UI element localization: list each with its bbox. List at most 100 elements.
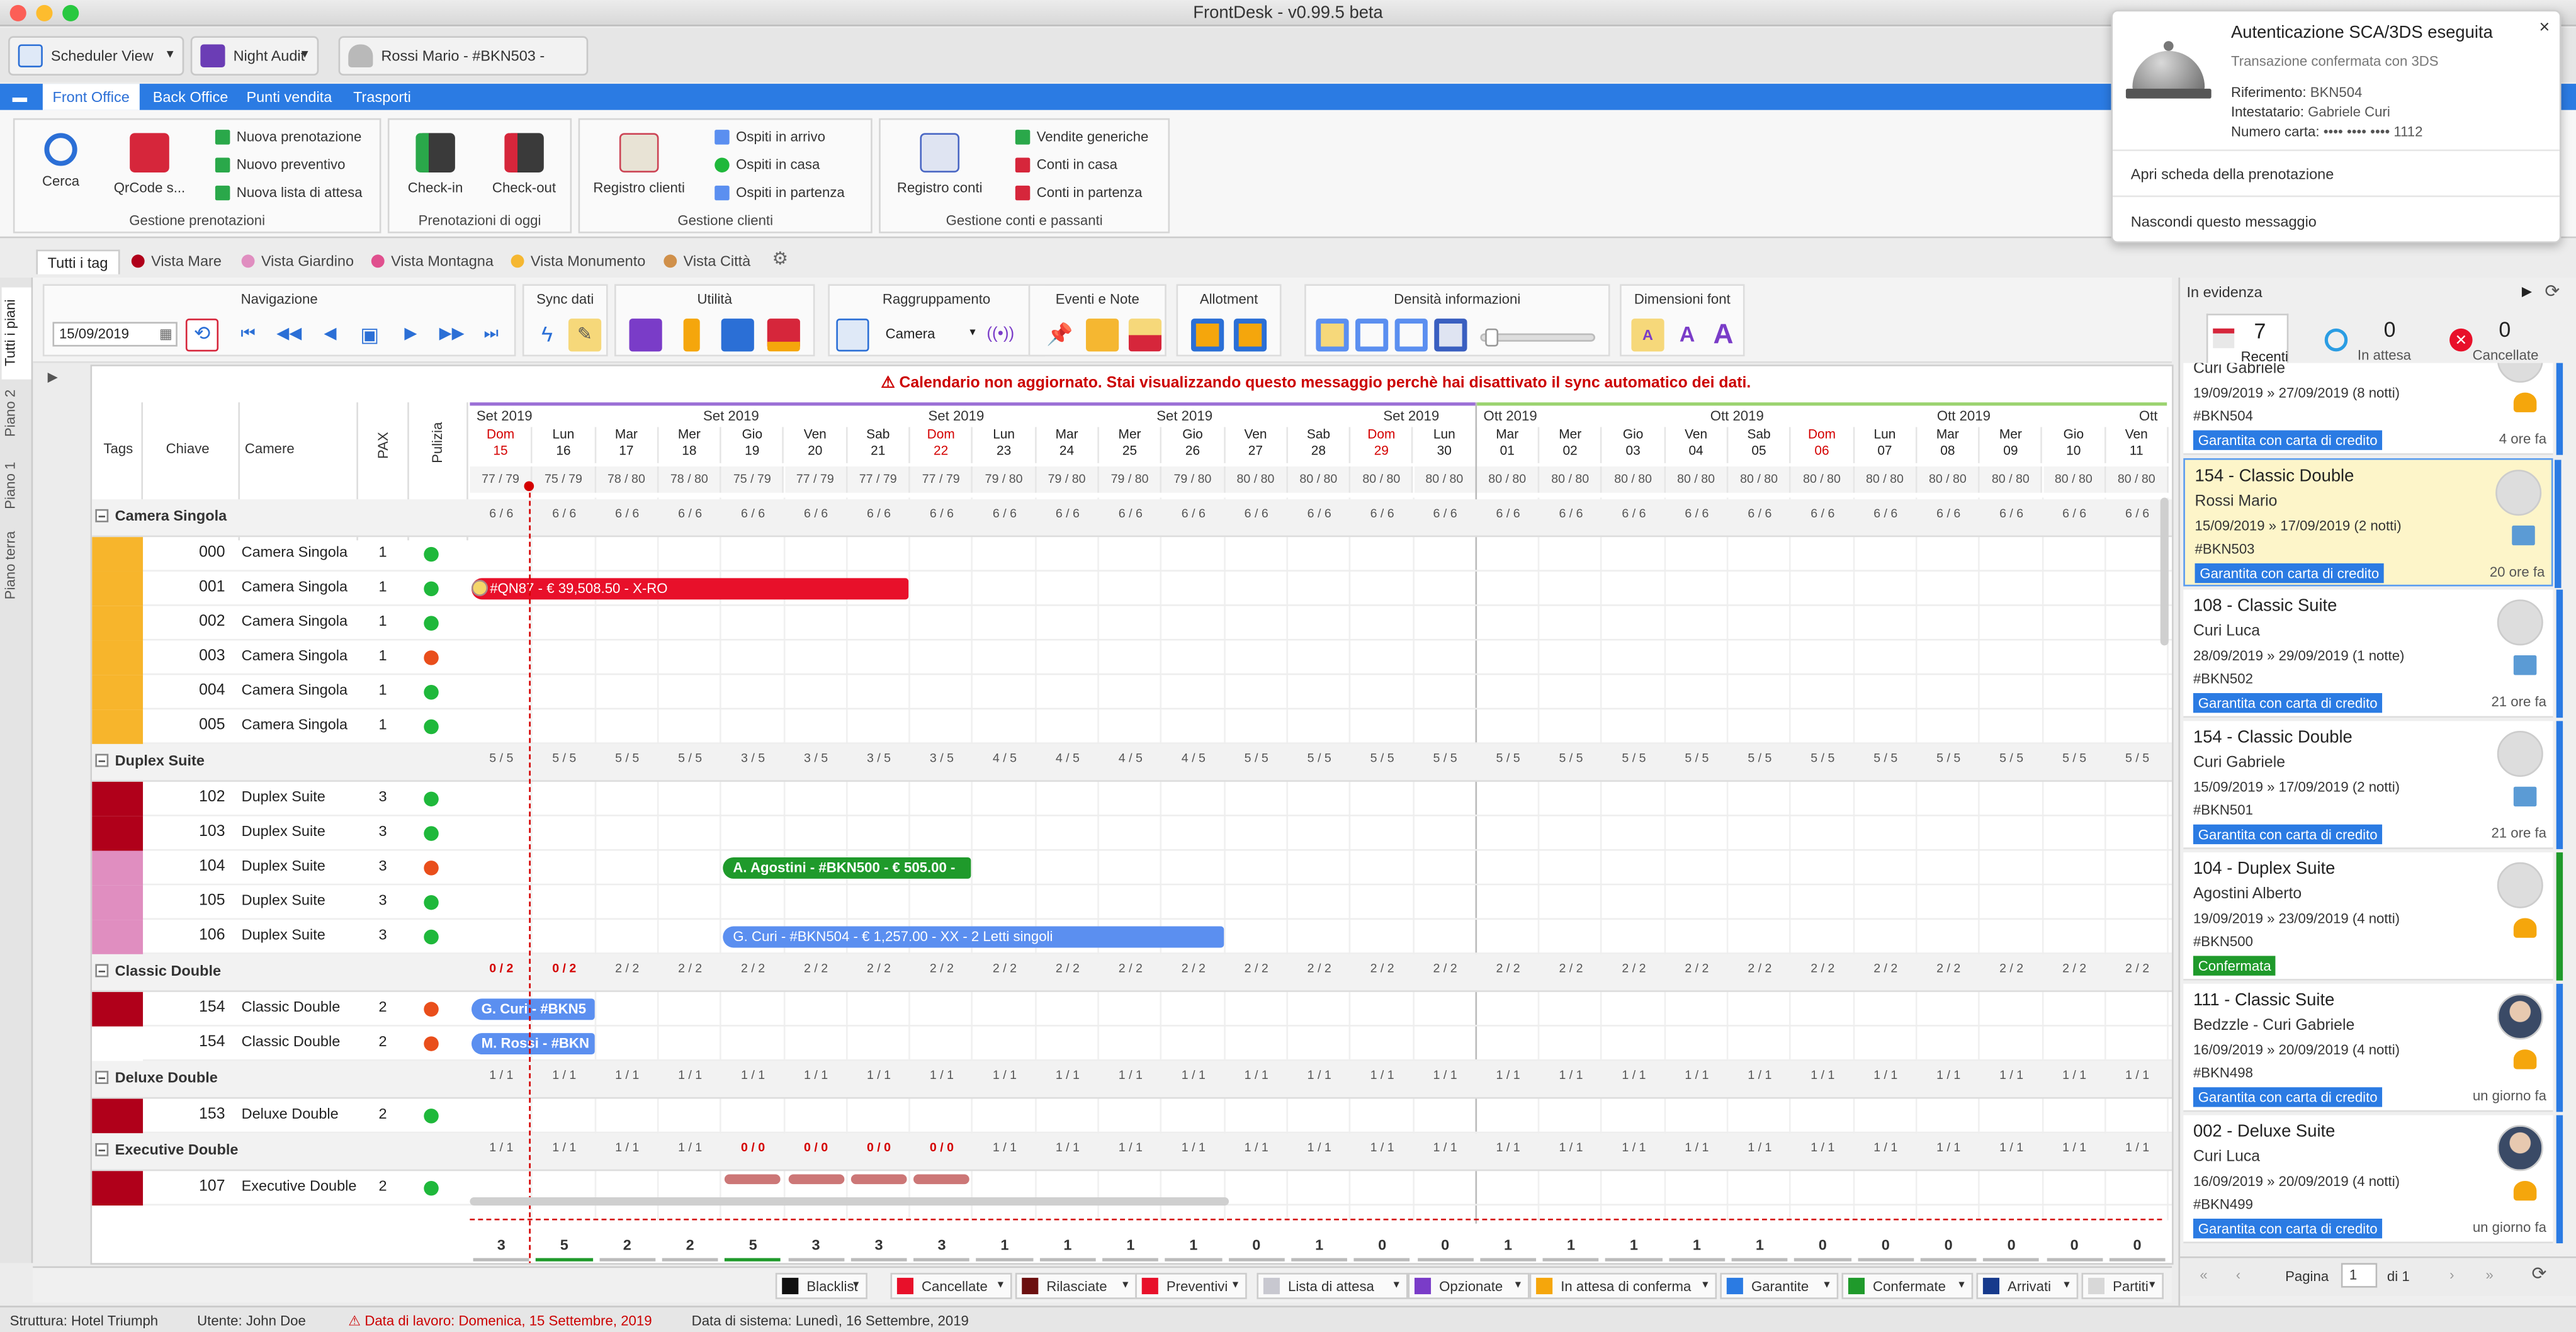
day-header[interactable]: Sab 05 xyxy=(1728,427,1792,463)
collapse-icon[interactable] xyxy=(95,1071,109,1085)
fast-back-icon[interactable]: ◀◀ xyxy=(273,319,305,351)
cleaning-status-icon[interactable] xyxy=(424,1180,439,1196)
lightning-icon[interactable]: ϟ xyxy=(531,319,563,351)
cleaning-status-icon[interactable] xyxy=(424,684,439,700)
maximize-window-icon[interactable] xyxy=(62,4,79,21)
chevron-down-icon[interactable]: ▼ xyxy=(2147,1275,2157,1298)
collapse-icon[interactable] xyxy=(95,964,109,978)
booking-card[interactable]: Curi Gabriele 19/09/2019 » 27/09/2019 (8 … xyxy=(2183,363,2563,455)
room-row[interactable]: 000 Camera Singola 1 xyxy=(92,537,2172,572)
guests-arriving-button[interactable]: Ospiti in arrivo xyxy=(715,127,825,146)
checkin-button[interactable]: Check-in xyxy=(393,133,478,195)
day-header[interactable]: Mer 25 xyxy=(1099,427,1162,463)
panel-tab-in-attesa[interactable]: 0 In attesa xyxy=(2318,313,2417,366)
booking-bar-partial[interactable] xyxy=(913,1174,969,1185)
day-header[interactable]: Gio 19 xyxy=(721,427,785,463)
hide-message-action[interactable]: Nascondi questo messaggio xyxy=(2113,195,2560,241)
tag-tab-vista-monumento[interactable]: Vista Monumento xyxy=(511,250,645,274)
day-header[interactable]: Dom 06 xyxy=(1791,427,1855,463)
cleaning-status-icon[interactable] xyxy=(424,826,439,841)
cleaning-status-icon[interactable] xyxy=(424,1002,439,1017)
chevron-down-icon[interactable]: ▼ xyxy=(164,38,176,74)
booking-bar[interactable]: G. Curi - #BKN504 - € 1,257.00 - XX - 2 … xyxy=(723,926,1224,948)
legend-item[interactable]: Blacklist ▼ xyxy=(775,1273,867,1299)
first-page-icon[interactable]: « xyxy=(2200,1267,2207,1283)
floor-tab-ground[interactable]: Piano terra xyxy=(2,524,31,606)
room-type-group[interactable]: Camera Singola 6 / 6 6 / 6 6 / 6 6 / 6 6 / 6 6… xyxy=(92,499,2172,538)
guests-in-house-button[interactable]: Ospiti in casa xyxy=(715,154,820,174)
booking-bar-partial[interactable] xyxy=(788,1174,844,1185)
room-row[interactable]: 003 Camera Singola 1 xyxy=(92,640,2172,675)
ribbon-tab-back-office[interactable]: Back Office xyxy=(153,84,229,110)
booking-alert-icon[interactable] xyxy=(471,580,489,597)
day-header[interactable]: Ven 04 xyxy=(1665,427,1729,463)
chevron-down-icon[interactable]: ▼ xyxy=(1700,1275,1710,1298)
key-icon[interactable] xyxy=(683,319,700,352)
booking-card[interactable]: 108 - Classic Suite Curi Luca 28/09/2019 »… xyxy=(2183,589,2563,718)
broadcast-icon[interactable]: ((•)) xyxy=(984,319,1017,351)
chevron-down-icon[interactable]: ▼ xyxy=(299,38,310,74)
ribbon-tab-punti-vendita[interactable]: Punti vendita xyxy=(246,84,332,110)
booking-bar[interactable]: M. Rossi - #BKN xyxy=(471,1033,594,1055)
calendar-icon[interactable]: ▦ xyxy=(159,324,172,345)
chevron-down-icon[interactable]: ▼ xyxy=(1822,1275,1832,1298)
split-icon[interactable] xyxy=(767,319,800,352)
booking-card[interactable]: 154 - Classic Double Rossi Mario 15/09/201… xyxy=(2183,458,2562,589)
ribbon-tab-trasporti[interactable]: Trasporti xyxy=(353,84,411,110)
last-page-icon[interactable]: » xyxy=(2485,1267,2493,1283)
chevron-down-icon[interactable]: ▼ xyxy=(1957,1275,1967,1298)
cleaning-status-icon[interactable] xyxy=(424,861,439,876)
accounts-in-house-button[interactable]: Conti in casa xyxy=(1015,154,1117,174)
legend-item[interactable]: Arrivati ▼ xyxy=(1976,1273,2079,1299)
font-large-button[interactable]: A xyxy=(1707,319,1739,351)
chevron-down-icon[interactable]: ▼ xyxy=(1392,1275,1402,1298)
refresh-icon[interactable]: ⟳ xyxy=(2532,1263,2547,1284)
day-header[interactable]: Ven 20 xyxy=(784,427,848,463)
day-header[interactable]: Dom 29 xyxy=(1351,427,1414,463)
panel-tab-recenti[interactable]: 7 Recenti xyxy=(2206,313,2289,366)
day-header[interactable]: Ven 27 xyxy=(1225,427,1288,463)
room-type-group[interactable]: Classic Double 0 / 2 0 / 2 2 / 2 2 / 2 2 / 2 2… xyxy=(92,954,2172,992)
expand-arrow-icon[interactable]: ▶ xyxy=(48,370,58,384)
room-row[interactable]: 004 Camera Singola 1 xyxy=(92,675,2172,710)
booking-card[interactable]: 002 - Deluxe Suite Curi Luca 16/09/2019 » … xyxy=(2183,1115,2563,1244)
grid-icon[interactable] xyxy=(836,319,869,352)
chevron-down-icon[interactable]: ▼ xyxy=(1121,1275,1131,1298)
notes-icon[interactable] xyxy=(629,319,662,352)
chevron-down-icon[interactable]: ▼ xyxy=(1231,1275,1241,1298)
cleaning-status-icon[interactable] xyxy=(424,719,439,735)
tag-tab-vista-giardino[interactable]: Vista Giardino xyxy=(241,250,354,274)
booking-bar-partial[interactable] xyxy=(725,1174,781,1185)
cleaning-status-icon[interactable] xyxy=(424,895,439,910)
allotment-alt-icon[interactable] xyxy=(1233,319,1267,352)
new-booking-button[interactable]: Nuova prenotazione xyxy=(215,127,361,146)
collapse-icon[interactable] xyxy=(95,1143,109,1156)
chevron-down-icon[interactable]: ▼ xyxy=(2062,1275,2072,1298)
cleaning-status-icon[interactable] xyxy=(424,546,439,562)
font-medium-button[interactable]: A xyxy=(1671,319,1703,351)
room-row[interactable]: 102 Duplex Suite 3 xyxy=(92,781,2172,816)
cleaning-status-icon[interactable] xyxy=(424,616,439,631)
cleaning-status-icon[interactable] xyxy=(424,929,439,945)
day-header[interactable]: Mar 17 xyxy=(596,427,659,463)
app-menu-icon[interactable]: ▬ xyxy=(6,84,33,110)
search-button[interactable]: Cerca xyxy=(18,133,104,189)
booking-card[interactable]: 154 - Classic Double Curi Gabriele 15/09/2… xyxy=(2183,721,2563,849)
day-header[interactable]: Sab 21 xyxy=(847,427,911,463)
day-header[interactable]: Mer 18 xyxy=(658,427,722,463)
qrcode-button[interactable]: QrCode s... xyxy=(107,133,193,195)
back-icon[interactable]: ◀ xyxy=(314,319,346,351)
open-booking-action[interactable]: Apri scheda della prenotazione xyxy=(2113,149,2560,195)
cleaning-status-icon[interactable] xyxy=(424,1036,439,1051)
refresh-button[interactable]: ⟲ xyxy=(185,319,219,352)
room-type-group[interactable]: Duplex Suite 5 / 5 5 / 5 5 / 5 5 / 5 3 / 5 3 /… xyxy=(92,743,2172,782)
density-4-icon[interactable] xyxy=(1434,319,1467,352)
room-row[interactable]: 153 Deluxe Double 2 xyxy=(92,1098,2172,1134)
collapse-icon[interactable] xyxy=(95,509,109,522)
tag-tab-all[interactable]: Tutti i tag xyxy=(36,249,120,274)
room-row[interactable]: 154 Classic Double 2 xyxy=(92,991,2172,1027)
legend-item[interactable]: Cancellate ▼ xyxy=(890,1273,1012,1299)
legend-item[interactable]: Preventivi ▼ xyxy=(1135,1273,1247,1299)
guests-departing-button[interactable]: Ospiti in partenza xyxy=(715,183,845,202)
day-header[interactable]: Lun 30 xyxy=(1414,427,1477,463)
